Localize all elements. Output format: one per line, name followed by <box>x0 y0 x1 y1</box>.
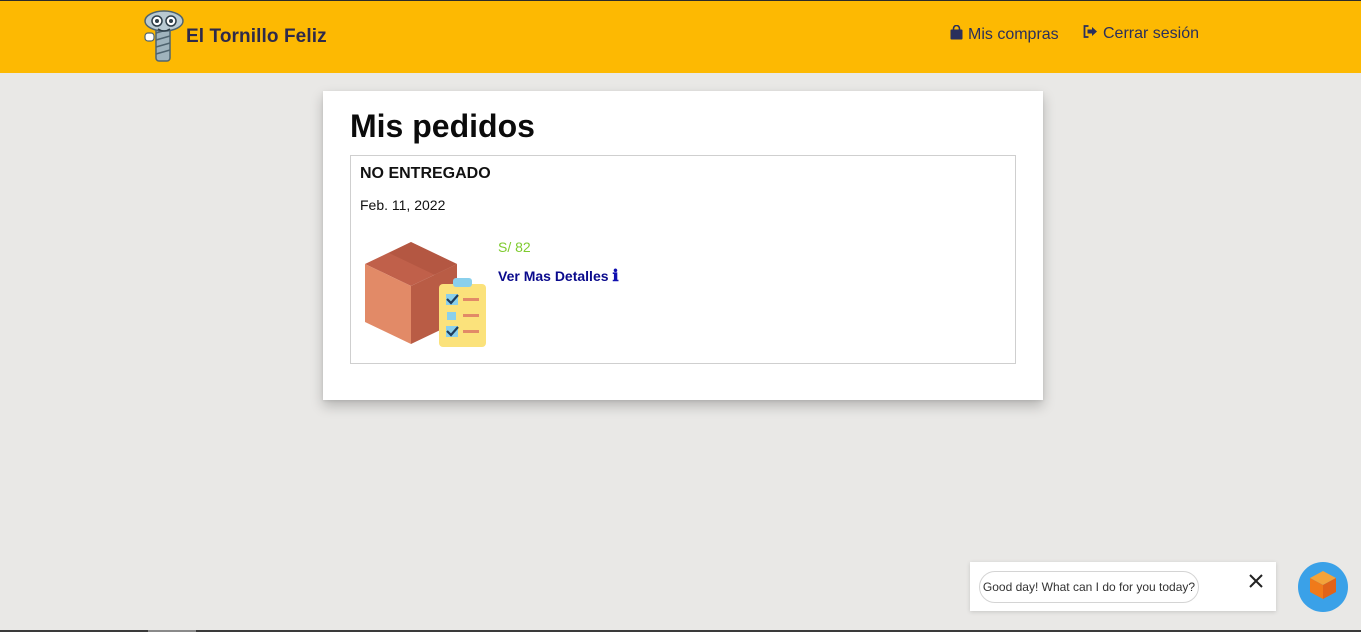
shopping-bag-icon <box>950 24 968 45</box>
orders-card: Mis pedidos NO ENTREGADO Feb. 11, 2022 S… <box>323 91 1043 400</box>
brand-name: El Tornillo Feliz <box>186 26 327 47</box>
order-date: Feb. 11, 2022 <box>360 197 446 213</box>
order-item: NO ENTREGADO Feb. 11, 2022 S/ 82 Ver Mas… <box>350 155 1016 364</box>
nav-mis-compras-label: Mis compras <box>968 26 1059 43</box>
page-title: Mis pedidos <box>350 108 535 144</box>
screw-mascot-logo <box>142 9 186 65</box>
view-details-label: Ver Mas Detalles <box>498 267 609 284</box>
info-icon: ℹ <box>612 266 619 285</box>
view-details-link[interactable]: Ver Mas Detalles ℹ <box>498 266 619 285</box>
nav-cerrar-sesion-label: Cerrar sesión <box>1103 25 1200 42</box>
order-status: NO ENTREGADO <box>360 165 491 182</box>
chat-launcher-button[interactable] <box>1298 562 1348 612</box>
navbar: El Tornillo Feliz Mis compras Cerrar ses… <box>0 1 1361 73</box>
chat-greeting-message[interactable]: Good day! What can I do for you today? <box>979 571 1199 603</box>
order-price: S/ 82 <box>498 239 531 255</box>
package-checklist-illustration <box>361 232 487 353</box>
nav-mis-compras[interactable]: Mis compras <box>950 24 1059 45</box>
chat-box-icon <box>1309 570 1337 605</box>
nav-cerrar-sesion[interactable]: Cerrar sesión <box>1083 25 1199 43</box>
brand-link[interactable]: El Tornillo Feliz <box>142 9 327 65</box>
chat-greeting-bubble: Good day! What can I do for you today? <box>970 562 1276 611</box>
sign-out-icon <box>1083 25 1103 43</box>
close-icon[interactable] <box>1248 573 1264 589</box>
